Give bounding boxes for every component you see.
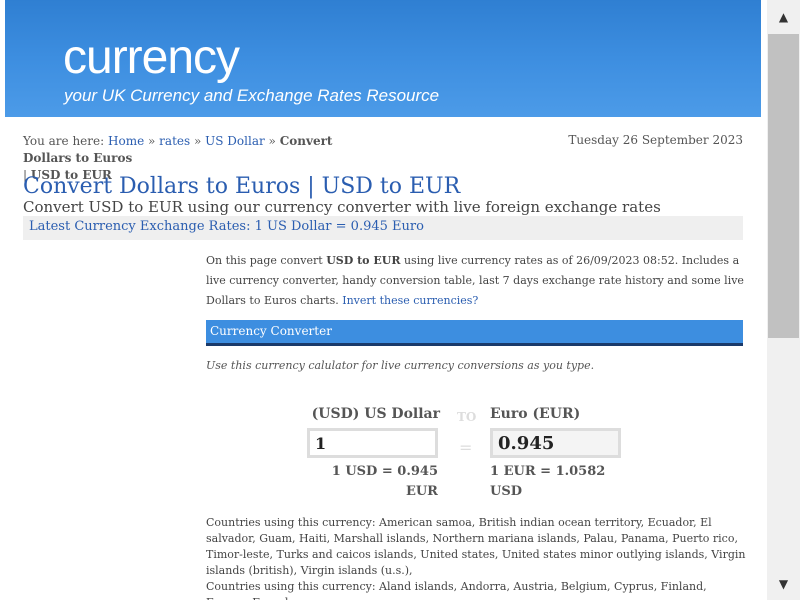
from-rate-line: 1 USD = 0.945 <box>331 464 438 479</box>
site-tagline: your UK Currency and Exchange Rates Reso… <box>64 86 440 105</box>
to-amount-output[interactable]: 0.945 <box>490 428 621 458</box>
scroll-up-arrow-icon[interactable]: ▲ <box>767 0 800 33</box>
converter-header: Currency Converter <box>206 320 743 346</box>
site-logo[interactable]: currency <box>63 30 240 86</box>
breadcrumb-separator: » <box>148 134 156 148</box>
current-date: Tuesday 26 September 2023 <box>568 133 743 147</box>
page-title: Convert Dollars to Euros | USD to EUR <box>23 174 461 199</box>
eur-countries: Countries using this currency: Aland isl… <box>206 580 707 600</box>
vertical-scrollbar[interactable]: ▲ ▼ <box>767 0 800 600</box>
to-rate-line: 1 EUR = 1.0582 <box>490 464 606 479</box>
converter-hint: Use this currency calulator for live cur… <box>206 359 595 372</box>
breadcrumb-home-link[interactable]: Home <box>108 134 144 148</box>
to-unit-rate: 1 EUR = 1.0582 USD <box>490 462 630 502</box>
breadcrumb-separator: » <box>268 134 276 148</box>
breadcrumb-usdollar-link[interactable]: US Dollar <box>205 134 265 148</box>
to-rate-unit: USD <box>490 484 522 499</box>
intro-paragraph: On this page convert USD to EUR using li… <box>206 251 746 311</box>
page-subtitle: Convert USD to EUR using our currency co… <box>23 198 661 216</box>
scroll-down-arrow-icon[interactable]: ▼ <box>767 567 800 600</box>
site-header: currency your UK Currency and Exchange R… <box>5 0 761 117</box>
from-amount-input[interactable] <box>307 428 438 458</box>
equals-sign: = <box>459 438 473 457</box>
from-unit-rate: 1 USD = 0.945 EUR <box>307 462 438 502</box>
breadcrumb-prefix: You are here: <box>23 134 105 148</box>
usd-countries: Countries using this currency: American … <box>206 516 746 577</box>
from-rate-unit: EUR <box>405 484 438 499</box>
to-currency-label: Euro (EUR) <box>490 406 581 422</box>
breadcrumb-rates-link[interactable]: rates <box>159 134 190 148</box>
scroll-thumb[interactable] <box>768 34 799 338</box>
invert-currencies-link[interactable]: Invert these currencies? <box>342 294 478 307</box>
intro-text: On this page convert <box>206 254 327 267</box>
latest-rate-bar: Latest Currency Exchange Rates: 1 US Dol… <box>23 216 743 240</box>
countries-list: Countries using this currency: American … <box>206 515 746 600</box>
breadcrumb-separator: » <box>193 134 202 148</box>
to-word: TO <box>457 410 477 424</box>
intro-pair: USD to EUR <box>326 254 401 267</box>
from-currency-label: (USD) US Dollar <box>311 406 440 422</box>
